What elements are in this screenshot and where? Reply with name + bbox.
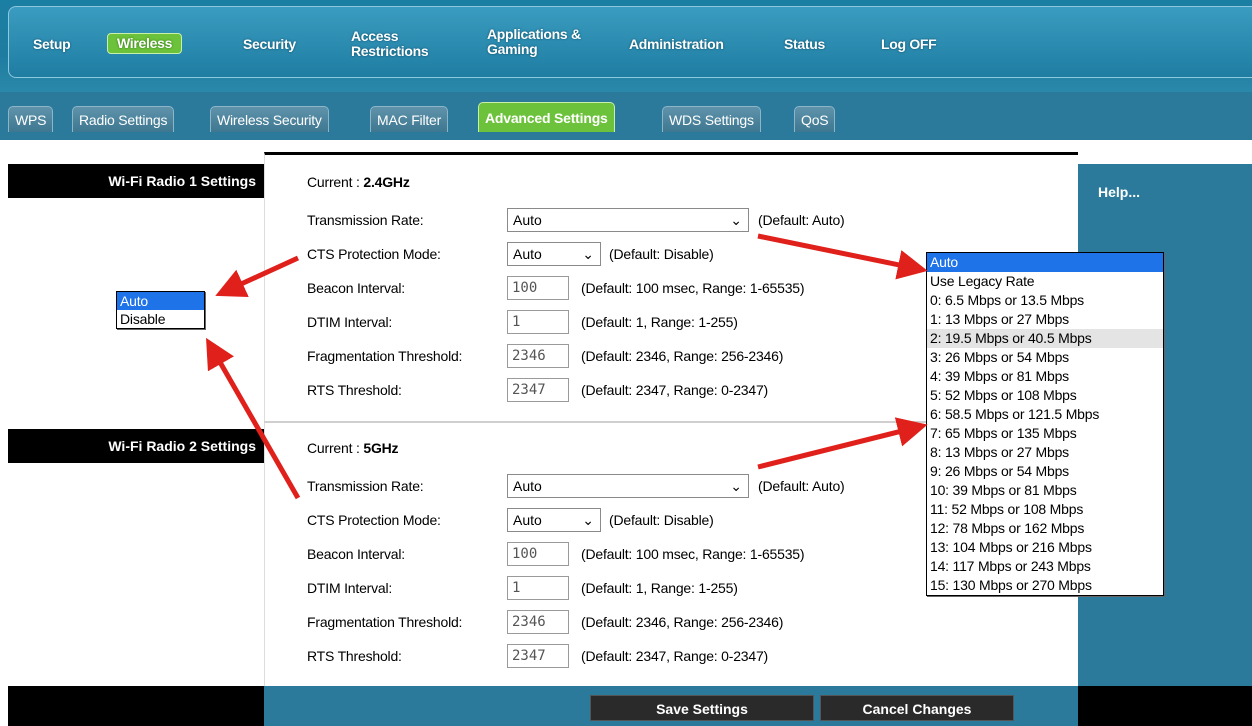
radio2-beacon-label: Beacon Interval: bbox=[307, 546, 405, 562]
radio2-beacon-default: (Default: 100 msec, Range: 1-65535) bbox=[581, 546, 805, 562]
left-footer bbox=[8, 686, 264, 726]
radio1-dtim-input[interactable]: 1 bbox=[507, 310, 569, 334]
radio2-dtim-default: (Default: 1, Range: 1-255) bbox=[581, 580, 738, 596]
chevron-down-icon: ⌄ bbox=[730, 478, 742, 494]
tab-advanced-settings[interactable]: Advanced Settings bbox=[478, 102, 615, 132]
radio1-frag-default: (Default: 2346, Range: 256-2346) bbox=[581, 348, 784, 364]
radio2-current-value: 5GHz bbox=[363, 440, 399, 456]
radio1-dtim-default: (Default: 1, Range: 1-255) bbox=[581, 314, 738, 330]
rate-option[interactable]: 8: 13 Mbps or 27 Mbps bbox=[927, 443, 1163, 462]
cts-option-disable[interactable]: Disable bbox=[117, 310, 204, 328]
rate-option[interactable]: 12: 78 Mbps or 162 Mbps bbox=[927, 519, 1163, 538]
cts-option-auto[interactable]: Auto bbox=[117, 292, 204, 310]
tab-wireless-security[interactable]: Wireless Security bbox=[210, 106, 329, 132]
radio1-rts-label: RTS Threshold: bbox=[307, 382, 402, 398]
rate-option[interactable]: Auto bbox=[927, 253, 1163, 272]
chevron-down-icon: ⌄ bbox=[730, 212, 742, 228]
radio2-cts-default: (Default: Disable) bbox=[609, 512, 714, 528]
chevron-down-icon: ⌄ bbox=[582, 512, 594, 528]
nav-status[interactable]: Status bbox=[784, 37, 825, 52]
radio1-beacon-default: (Default: 100 msec, Range: 1-65535) bbox=[581, 280, 805, 296]
nav-log-off[interactable]: Log OFF bbox=[881, 37, 937, 52]
radio2-dtim-input[interactable]: 1 bbox=[507, 576, 569, 600]
radio1-frag-label: Fragmentation Threshold: bbox=[307, 348, 463, 364]
radio2-cts-label: CTS Protection Mode: bbox=[307, 512, 441, 528]
tab-qos[interactable]: QoS bbox=[794, 106, 836, 132]
radio2-rts-label: RTS Threshold: bbox=[307, 648, 402, 664]
rate-option[interactable]: 3: 26 Mbps or 54 Mbps bbox=[927, 348, 1163, 367]
radio2-tx-value: Auto bbox=[513, 478, 542, 494]
radio2-frag-input[interactable]: 2346 bbox=[507, 610, 569, 634]
rate-option[interactable]: 9: 26 Mbps or 54 Mbps bbox=[927, 462, 1163, 481]
rate-option[interactable]: 4: 39 Mbps or 81 Mbps bbox=[927, 367, 1163, 386]
main-menu: Setup Wireless Security Access Restricti… bbox=[8, 6, 1252, 78]
rate-option[interactable]: 6: 58.5 Mbps or 121.5 Mbps bbox=[927, 405, 1163, 424]
radio1-cts-default: (Default: Disable) bbox=[609, 246, 714, 262]
radio2-frag-default: (Default: 2346, Range: 256-2346) bbox=[581, 614, 784, 630]
nav-setup[interactable]: Setup bbox=[33, 37, 71, 52]
radio2-tx-label: Transmission Rate: bbox=[307, 478, 424, 494]
radio2-tx-default: (Default: Auto) bbox=[758, 478, 845, 494]
radio2-beacon-input[interactable]: 100 bbox=[507, 542, 569, 566]
radio1-rts-input[interactable]: 2347 bbox=[507, 378, 569, 402]
rate-option[interactable]: 14: 117 Mbps or 243 Mbps bbox=[927, 557, 1163, 576]
cancel-changes-button[interactable]: Cancel Changes bbox=[820, 695, 1014, 721]
wireless-subtabs: WPS Radio Settings Wireless Security MAC… bbox=[0, 92, 1252, 140]
radio1-beacon-label: Beacon Interval: bbox=[307, 280, 405, 296]
radio1-tx-default: (Default: Auto) bbox=[758, 212, 845, 228]
tab-wps[interactable]: WPS bbox=[8, 106, 54, 132]
radio1-current: Current : 2.4GHz bbox=[307, 174, 410, 190]
radio2-rts-input[interactable]: 2347 bbox=[507, 644, 569, 668]
radio1-cts-label: CTS Protection Mode: bbox=[307, 246, 441, 262]
radio2-current: Current : 5GHz bbox=[307, 440, 399, 456]
nav-wireless[interactable]: Wireless bbox=[107, 33, 183, 54]
radio1-cts-value: Auto bbox=[513, 246, 542, 262]
radio2-dtim-label: DTIM Interval: bbox=[307, 580, 393, 596]
top-navigation-bar: Setup Wireless Security Access Restricti… bbox=[0, 0, 1252, 92]
tab-radio-settings[interactable]: Radio Settings bbox=[72, 106, 175, 132]
radio1-cts-select[interactable]: Auto ⌄ bbox=[507, 242, 601, 266]
radio1-rts-default: (Default: 2347, Range: 0-2347) bbox=[581, 382, 769, 398]
rate-option[interactable]: 5: 52 Mbps or 108 Mbps bbox=[927, 386, 1163, 405]
rate-option[interactable]: Use Legacy Rate bbox=[927, 272, 1163, 291]
cts-options-list: Auto Disable bbox=[116, 291, 205, 329]
radio2-section-title: Wi-Fi Radio 2 Settings bbox=[8, 429, 264, 463]
rate-option[interactable]: 1: 13 Mbps or 27 Mbps bbox=[927, 310, 1163, 329]
radio1-transmission-rate-select[interactable]: Auto ⌄ bbox=[507, 208, 749, 232]
radio1-tx-label: Transmission Rate: bbox=[307, 212, 424, 228]
radio1-section-title: Wi-Fi Radio 1 Settings bbox=[8, 164, 264, 198]
tab-mac-filter[interactable]: MAC Filter bbox=[370, 106, 449, 132]
radio2-current-label: Current : bbox=[307, 440, 360, 456]
radio2-cts-select[interactable]: Auto ⌄ bbox=[507, 508, 601, 532]
radio1-tx-value: Auto bbox=[513, 212, 542, 228]
rate-option[interactable]: 10: 39 Mbps or 81 Mbps bbox=[927, 481, 1163, 500]
chevron-down-icon: ⌄ bbox=[582, 246, 594, 262]
rate-option[interactable]: 13: 104 Mbps or 216 Mbps bbox=[927, 538, 1163, 557]
radio1-frag-input[interactable]: 2346 bbox=[507, 344, 569, 368]
footer-right bbox=[1078, 686, 1252, 726]
tab-wds-settings[interactable]: WDS Settings bbox=[662, 106, 761, 132]
rate-option[interactable]: 7: 65 Mbps or 135 Mbps bbox=[927, 424, 1163, 443]
nav-applications-gaming[interactable]: Applications & Gaming bbox=[487, 27, 587, 57]
radio1-beacon-input[interactable]: 100 bbox=[507, 276, 569, 300]
radio2-rts-default: (Default: 2347, Range: 0-2347) bbox=[581, 648, 769, 664]
radio1-current-label: Current : bbox=[307, 174, 360, 190]
rate-option[interactable]: 0: 6.5 Mbps or 13.5 Mbps bbox=[927, 291, 1163, 310]
radio2-transmission-rate-select[interactable]: Auto ⌄ bbox=[507, 474, 749, 498]
help-link[interactable]: Help... bbox=[1098, 184, 1140, 200]
radio1-dtim-label: DTIM Interval: bbox=[307, 314, 393, 330]
rate-option[interactable]: 15: 130 Mbps or 270 Mbps bbox=[927, 576, 1163, 595]
nav-security[interactable]: Security bbox=[243, 37, 296, 52]
save-settings-button[interactable]: Save Settings bbox=[590, 695, 814, 721]
radio1-current-value: 2.4GHz bbox=[363, 174, 410, 190]
rate-option[interactable]: 2: 19.5 Mbps or 40.5 Mbps bbox=[927, 329, 1163, 348]
radio2-cts-value: Auto bbox=[513, 512, 542, 528]
transmission-rate-options-list: Auto Use Legacy Rate 0: 6.5 Mbps or 13.5… bbox=[926, 252, 1164, 596]
radio2-frag-label: Fragmentation Threshold: bbox=[307, 614, 463, 630]
nav-administration[interactable]: Administration bbox=[629, 37, 724, 52]
nav-access-restrictions[interactable]: Access Restrictions bbox=[351, 29, 435, 59]
rate-option[interactable]: 11: 52 Mbps or 108 Mbps bbox=[927, 500, 1163, 519]
